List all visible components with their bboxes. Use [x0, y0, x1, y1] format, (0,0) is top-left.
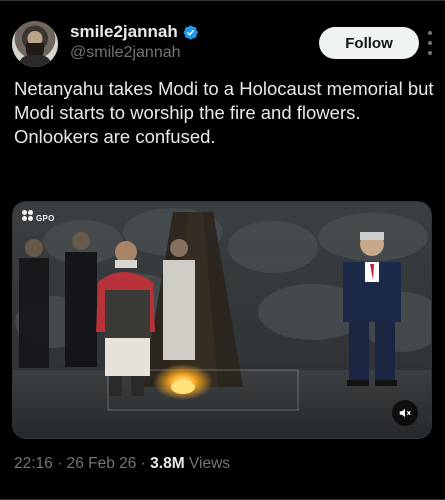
- tweet-text-line: Onlookers are confused.: [14, 126, 216, 147]
- tweet-video[interactable]: GPO: [12, 201, 432, 439]
- tweet-text-line: Netanyahu takes Modi to a Holocaust memo…: [14, 78, 434, 123]
- volume-muted-icon[interactable]: [392, 400, 418, 426]
- tweet-text: Netanyahu takes Modi to a Holocaust memo…: [14, 77, 434, 149]
- author-handle[interactable]: @smile2jannah: [70, 43, 199, 63]
- display-name-row: smile2jannah: [70, 22, 199, 42]
- more-options-icon[interactable]: [427, 31, 433, 55]
- views-count: 3.8M: [150, 455, 185, 472]
- author-avatar[interactable]: [12, 21, 58, 67]
- post-meta: 22:16 · 26 Feb 26 · 3.8M Views: [14, 453, 230, 475]
- video-frame: [13, 202, 431, 438]
- author-display-name[interactable]: smile2jannah: [70, 22, 178, 42]
- speaker-muted-glyph: [399, 408, 411, 418]
- follow-button[interactable]: Follow: [319, 27, 419, 59]
- views-label: Views: [184, 455, 231, 472]
- post-header: smile2jannah @smile2jannah Follow: [12, 19, 433, 69]
- gpo-watermark-logo: GPO: [22, 209, 55, 223]
- verified-badge-icon: [183, 25, 198, 39]
- meta-separator: ·: [52, 455, 67, 472]
- post-date[interactable]: 26 Feb 26: [67, 455, 137, 472]
- author-names: smile2jannah @smile2jannah: [70, 22, 199, 63]
- gpo-dots-icon: [22, 210, 34, 222]
- post-time[interactable]: 22:16: [14, 455, 53, 472]
- meta-separator: ·: [136, 455, 151, 472]
- gpo-watermark-text: GPO: [36, 214, 55, 223]
- avatar-shirt: [18, 55, 52, 67]
- post-container: smile2jannah @smile2jannah Follow Netany…: [0, 0, 445, 500]
